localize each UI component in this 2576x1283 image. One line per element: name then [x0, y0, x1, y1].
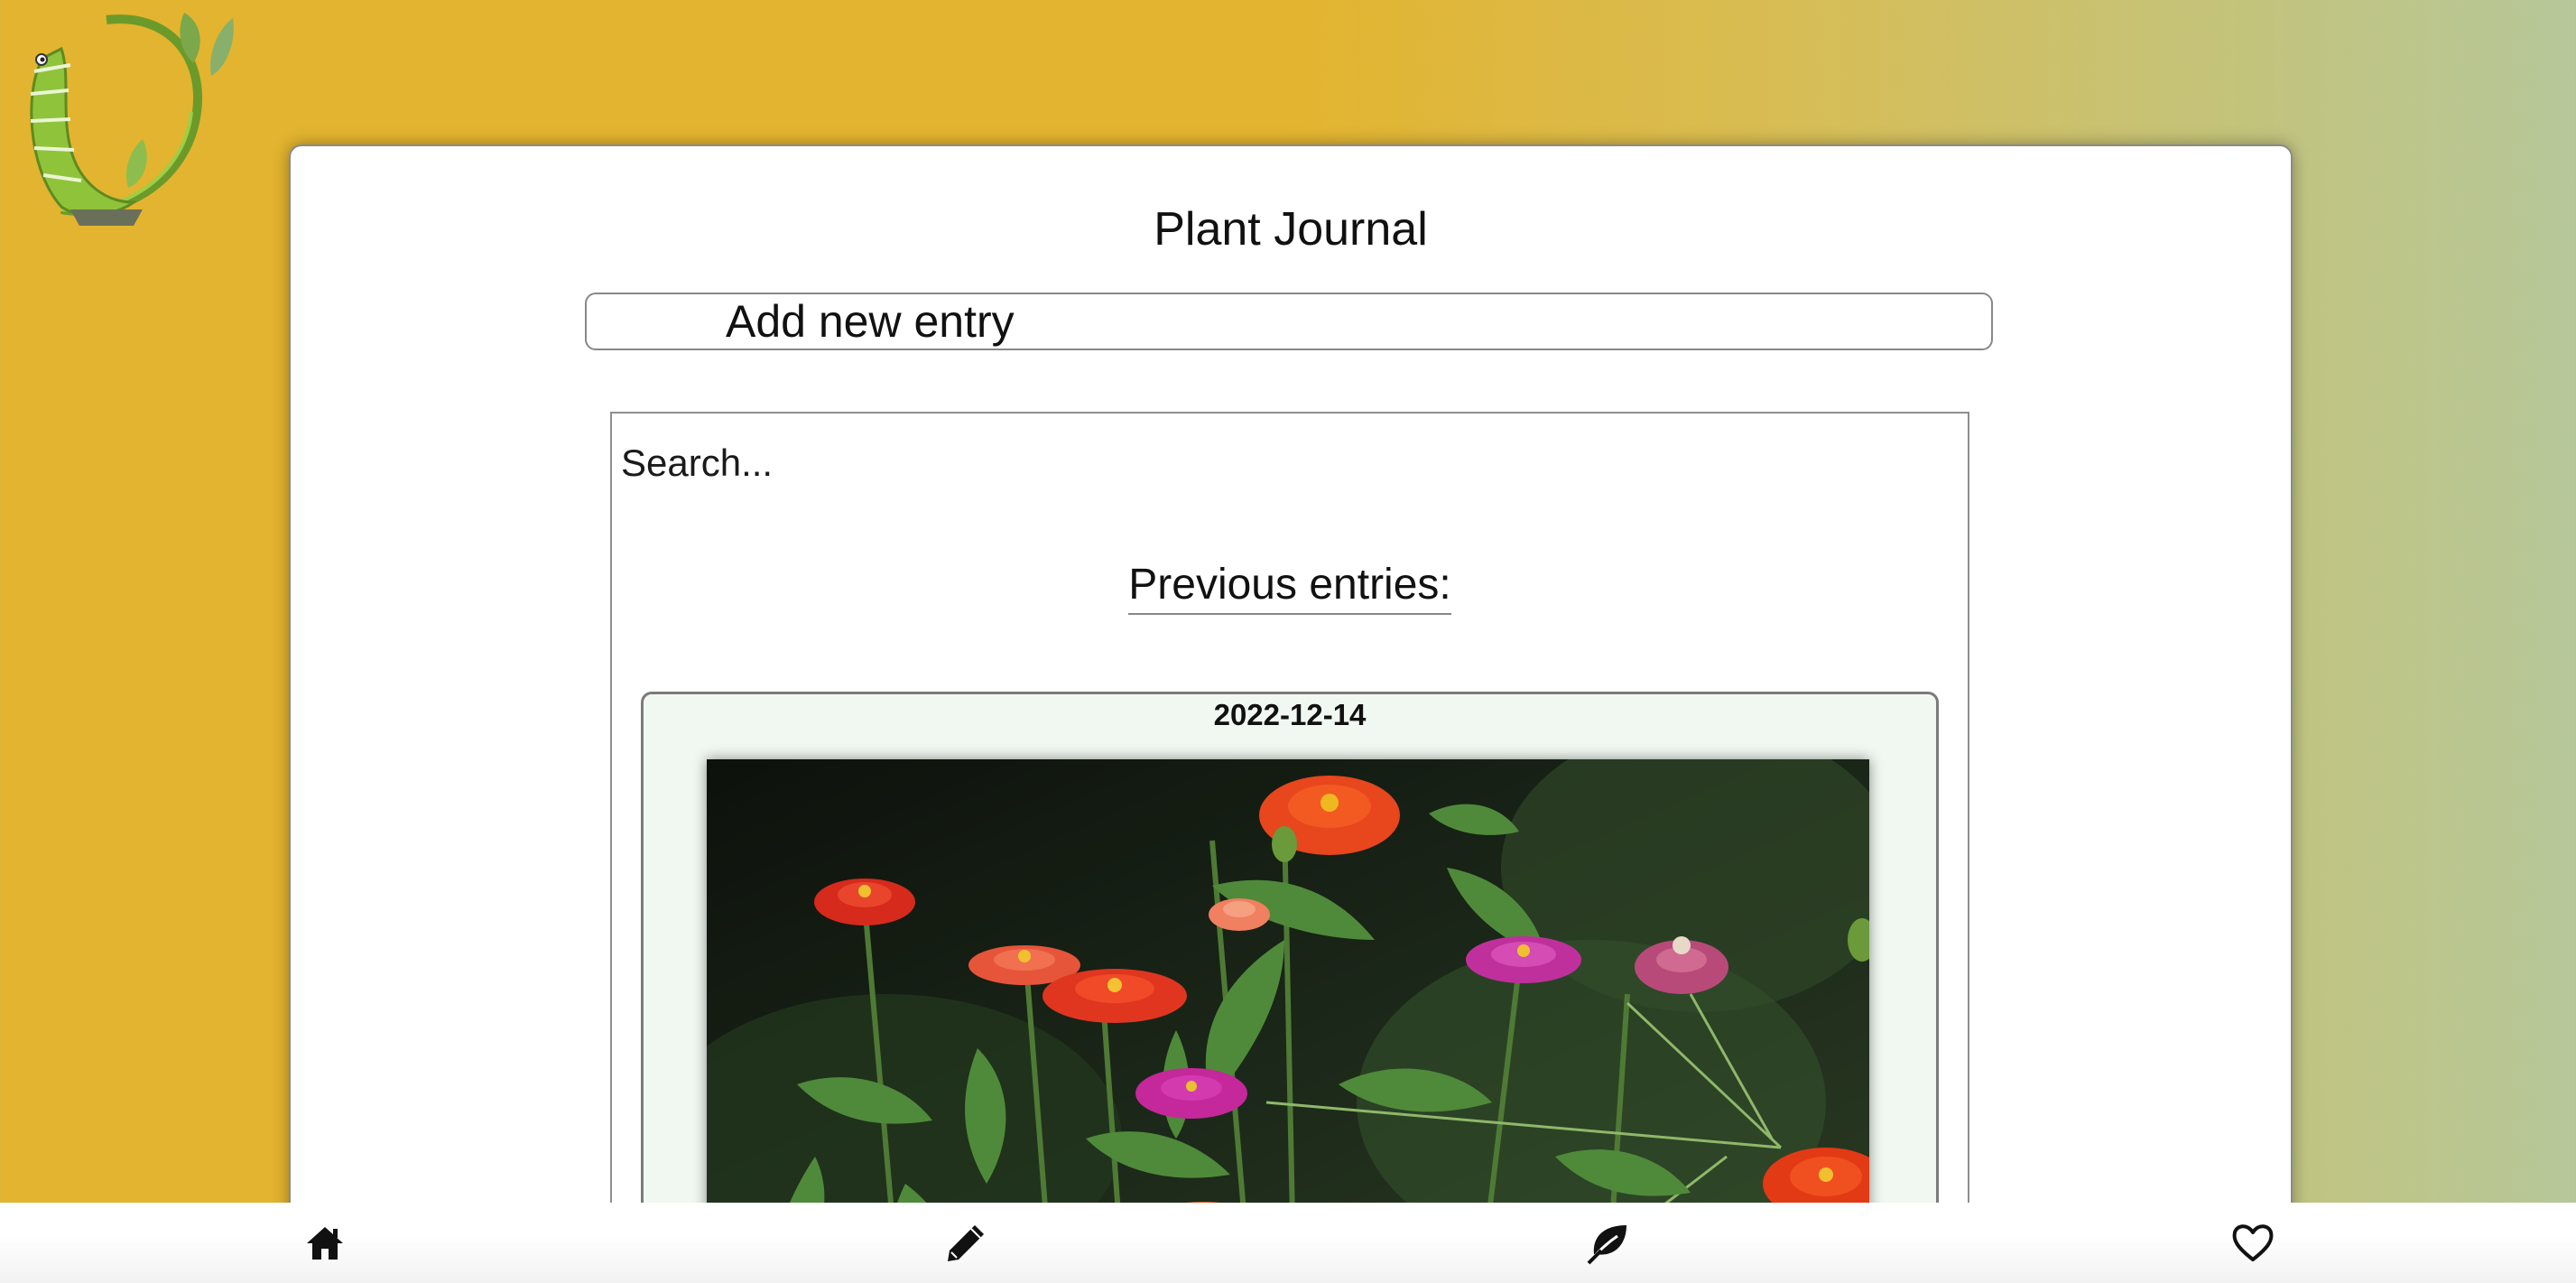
- pencil-icon[interactable]: [939, 1219, 993, 1268]
- bottom-nav: [0, 1203, 2576, 1283]
- page-title: Plant Journal: [1154, 203, 1428, 256]
- home-icon[interactable]: [298, 1219, 352, 1268]
- zinnia-flowers-photo: [707, 759, 1869, 1265]
- entries-panel: Previous entries: 2022-12-14: [610, 412, 1969, 1283]
- leaf-icon[interactable]: [1581, 1219, 1635, 1268]
- heart-icon[interactable]: [2226, 1219, 2280, 1268]
- entry-card[interactable]: 2022-12-14: [641, 692, 1939, 1283]
- journal-card: Plant Journal Add new entry Previous ent…: [289, 144, 2293, 1283]
- entry-date: 2022-12-14: [1213, 698, 1367, 731]
- add-entry-button[interactable]: Add new entry: [585, 293, 1993, 350]
- previous-entries-label: Previous entries:: [1128, 560, 1451, 615]
- previous-entries-heading: Previous entries:: [612, 560, 1968, 615]
- vine-logo-icon: [7, 4, 238, 226]
- search-input[interactable]: [619, 435, 1255, 491]
